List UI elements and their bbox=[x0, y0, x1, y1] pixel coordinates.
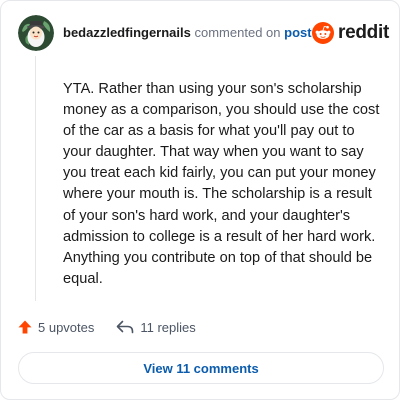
comment-card: bedazzledfingernails commented on post r… bbox=[0, 0, 400, 400]
upvote-arrow-icon bbox=[18, 320, 32, 334]
post-link[interactable]: post bbox=[284, 25, 311, 40]
replies-button[interactable]: 11 replies bbox=[116, 319, 196, 335]
reply-arrow-icon bbox=[117, 320, 134, 334]
reddit-logo-icon bbox=[312, 22, 334, 44]
view-comments-button[interactable]: View 11 comments bbox=[18, 352, 384, 384]
upvote-count: 5 upvotes bbox=[38, 319, 95, 335]
thread-line bbox=[35, 56, 36, 301]
action-text: commented on bbox=[194, 25, 281, 40]
avatar[interactable] bbox=[18, 15, 54, 51]
reddit-wordmark: reddit bbox=[338, 22, 389, 43]
author-name[interactable]: bedazzledfingernails bbox=[63, 25, 191, 40]
reply-count: 11 replies bbox=[140, 319, 196, 335]
comment-header: bedazzledfingernails commented on post bbox=[63, 25, 312, 40]
upvote-button[interactable]: 5 upvotes bbox=[18, 320, 94, 335]
comment-body: YTA. Rather than using your son's schola… bbox=[63, 81, 380, 287]
comment-actions: 5 upvotes 11 replies bbox=[18, 317, 196, 337]
avatar-icon bbox=[18, 15, 54, 51]
reddit-logo[interactable]: reddit bbox=[312, 22, 389, 44]
